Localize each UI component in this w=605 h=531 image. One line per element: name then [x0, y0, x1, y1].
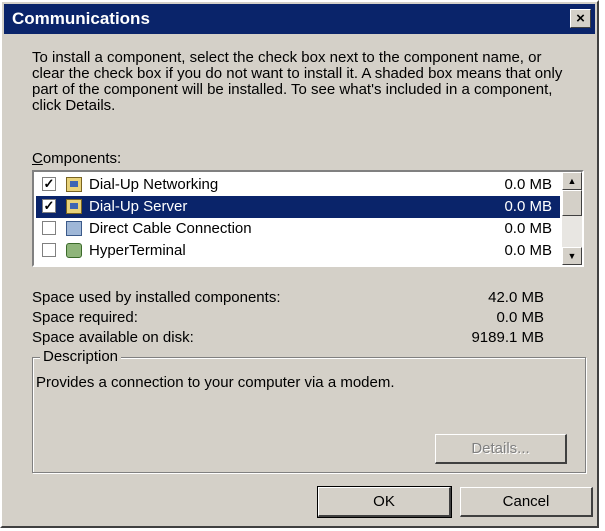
component-size: 0.0 MB	[504, 176, 552, 193]
components-listbox[interactable]: ✓ Dial-Up Networking 0.0 MB ✓ Dial-Up Se…	[32, 170, 584, 267]
component-size: 0.0 MB	[504, 198, 552, 215]
folder-server-icon	[66, 199, 82, 214]
scroll-down-icon[interactable]: ▼	[562, 247, 582, 265]
description-text: Provides a connection to your computer v…	[36, 374, 395, 391]
space-required-value: 0.0 MB	[496, 309, 544, 326]
folder-network-icon	[66, 177, 82, 192]
description-legend: Description	[40, 348, 122, 365]
list-item[interactable]: ✓ Dial-Up Server 0.0 MB	[36, 196, 560, 218]
space-installed-value: 42.0 MB	[488, 289, 544, 306]
space-required-label: Space required:	[32, 309, 138, 326]
scroll-up-icon[interactable]: ▲	[562, 172, 582, 190]
hyperterminal-icon	[66, 243, 82, 258]
checkbox[interactable]	[42, 243, 56, 257]
vertical-scrollbar[interactable]: ▲ ▼	[562, 172, 582, 265]
list-item[interactable]: Direct Cable Connection 0.0 MB	[36, 218, 560, 240]
communications-dialog: Communications × To install a component,…	[0, 0, 599, 528]
component-name: Dial-Up Server	[89, 198, 188, 215]
component-name: HyperTerminal	[89, 242, 186, 259]
space-required-row: Space required: 0.0 MB	[32, 309, 544, 329]
title-bar[interactable]: Communications ×	[4, 4, 595, 34]
component-name: Dial-Up Networking	[89, 176, 219, 193]
details-button[interactable]: Details...	[435, 434, 567, 464]
list-item[interactable]: ✓ Dial-Up Networking 0.0 MB	[36, 174, 560, 196]
checkbox[interactable]	[42, 221, 56, 235]
instructions-text: To install a component, select the check…	[32, 49, 563, 114]
cable-connection-icon	[66, 221, 82, 236]
space-available-label: Space available on disk:	[32, 329, 194, 346]
space-installed-row: Space used by installed components: 42.0…	[32, 289, 544, 309]
space-installed-label: Space used by installed components:	[32, 289, 281, 306]
checkbox[interactable]: ✓	[42, 177, 56, 191]
window-title: Communications	[12, 9, 150, 28]
list-item[interactable]: HyperTerminal 0.0 MB	[36, 240, 560, 262]
components-label: Components:	[32, 150, 122, 167]
component-name: Direct Cable Connection	[89, 220, 252, 237]
cancel-button[interactable]: Cancel	[460, 487, 593, 517]
component-size: 0.0 MB	[504, 220, 552, 237]
checkbox[interactable]: ✓	[42, 199, 56, 213]
scroll-thumb[interactable]	[562, 190, 582, 216]
component-size: 0.0 MB	[504, 242, 552, 259]
ok-button[interactable]: OK	[317, 486, 452, 518]
space-available-row: Space available on disk: 9189.1 MB	[32, 329, 544, 349]
space-available-value: 9189.1 MB	[471, 329, 544, 346]
close-button[interactable]: ×	[570, 9, 591, 28]
